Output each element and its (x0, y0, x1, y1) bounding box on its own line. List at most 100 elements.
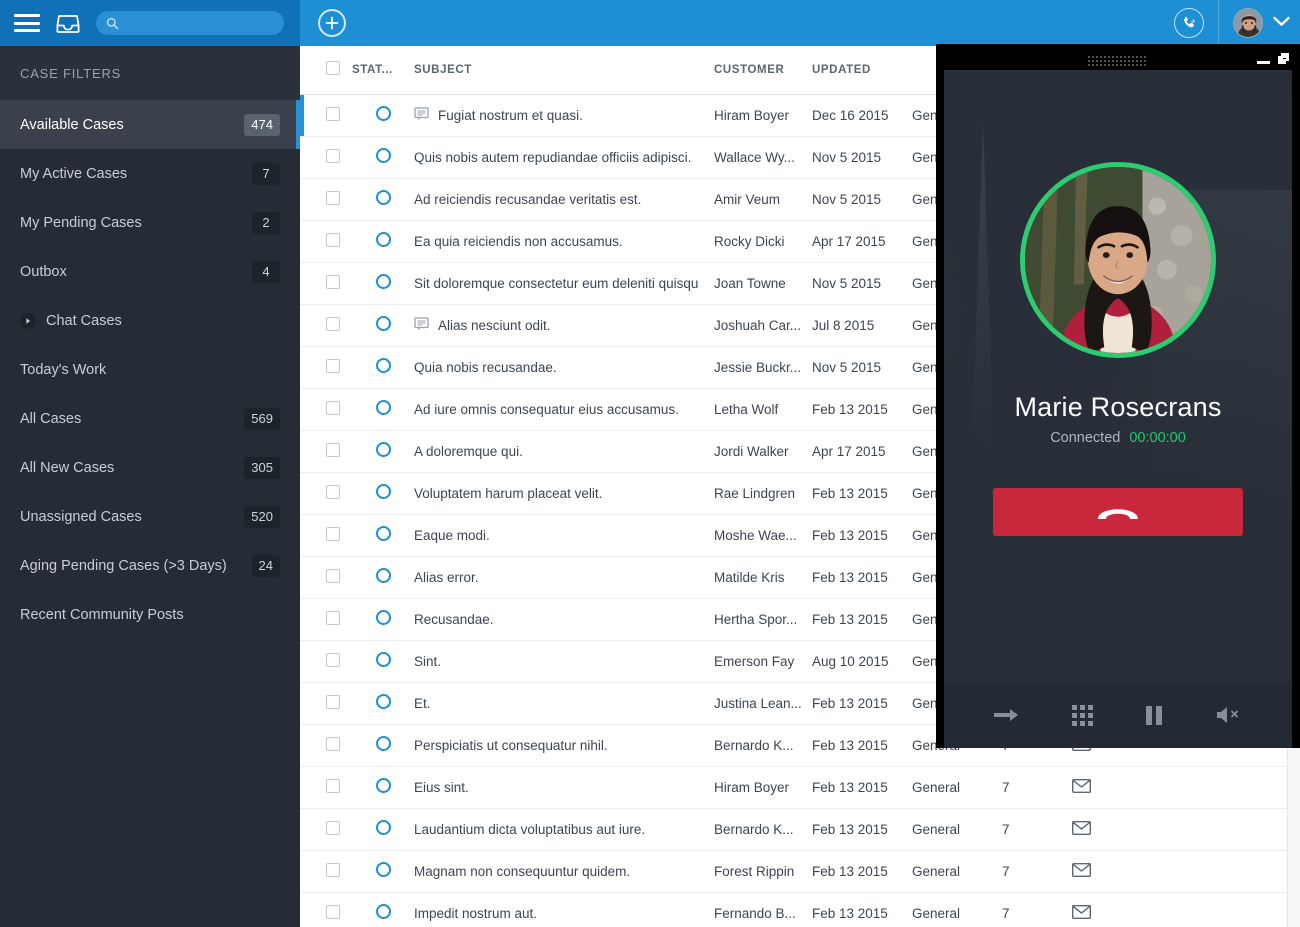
row-checkbox[interactable] (326, 610, 340, 625)
status-badge[interactable] (352, 388, 414, 431)
status-badge[interactable] (352, 682, 414, 725)
status-open-icon[interactable] (375, 820, 391, 835)
row-select-cell[interactable] (300, 262, 352, 305)
header-updated[interactable]: UPDATED (812, 46, 912, 95)
status-badge[interactable] (352, 346, 414, 389)
status-badge[interactable] (352, 766, 414, 809)
status-open-icon[interactable] (375, 106, 391, 121)
select-all-checkbox[interactable] (326, 61, 340, 76)
sidebar-item-all-new-cases[interactable]: All New Cases 305 (0, 443, 300, 492)
subject-cell[interactable]: Recusandae. (414, 598, 714, 641)
row-select-cell[interactable] (300, 136, 352, 179)
expand-icon[interactable] (1276, 52, 1290, 66)
transfer-arrow-icon[interactable] (993, 705, 1019, 725)
status-open-icon[interactable] (375, 694, 391, 709)
status-badge[interactable] (352, 430, 414, 473)
dialpad-icon[interactable] (1071, 704, 1093, 726)
status-open-icon[interactable] (375, 652, 391, 667)
table-row[interactable]: Eius sint. Hiram Boyer Feb 13 2015 General 7 (300, 766, 1300, 809)
hamburger-icon[interactable] (14, 14, 40, 32)
row-checkbox[interactable] (326, 778, 340, 793)
subject-cell[interactable]: Eius sint. (414, 766, 714, 809)
row-checkbox[interactable] (326, 820, 340, 835)
add-case-button[interactable] (318, 9, 346, 37)
status-open-icon[interactable] (375, 484, 391, 499)
header-subject[interactable]: SUBJECT (414, 46, 714, 95)
sidebar-item-aging-pending-cases-3-days[interactable]: Aging Pending Cases (>3 Days) 24 (0, 541, 300, 590)
minimize-icon[interactable] (1257, 61, 1270, 64)
header-select-all[interactable] (300, 46, 352, 95)
sidebar-item-my-pending-cases[interactable]: My Pending Cases 2 (0, 198, 300, 247)
status-badge[interactable] (352, 850, 414, 893)
status-open-icon[interactable] (375, 148, 391, 163)
avatar[interactable] (1233, 8, 1263, 38)
row-checkbox[interactable] (326, 316, 340, 331)
subject-cell[interactable]: Laudantium dicta voluptatibus aut iure. (414, 808, 714, 851)
subject-cell[interactable]: Quia nobis recusandae. (414, 346, 714, 389)
status-open-icon[interactable] (375, 190, 391, 205)
drag-dots-icon[interactable] (1088, 56, 1148, 66)
status-badge[interactable] (352, 640, 414, 683)
status-badge[interactable] (352, 304, 414, 347)
row-checkbox[interactable] (326, 358, 340, 373)
row-select-cell[interactable] (300, 430, 352, 473)
status-open-icon[interactable] (375, 274, 391, 289)
status-badge[interactable] (352, 178, 414, 221)
row-select-cell[interactable] (300, 220, 352, 263)
hangup-button[interactable] (993, 488, 1243, 536)
subject-cell[interactable]: Fugiat nostrum et quasi. (414, 94, 714, 137)
status-open-icon[interactable] (375, 778, 391, 793)
row-checkbox[interactable] (326, 232, 340, 247)
status-badge[interactable] (352, 136, 414, 179)
status-open-icon[interactable] (375, 862, 391, 877)
sidebar-item-chat-cases[interactable]: Chat Cases (0, 296, 300, 345)
status-badge[interactable] (352, 220, 414, 263)
subject-cell[interactable]: Ad iure omnis consequatur eius accusamus… (414, 388, 714, 431)
status-badge[interactable] (352, 472, 414, 515)
subject-cell[interactable]: Alias error. (414, 556, 714, 599)
status-open-icon[interactable] (375, 904, 391, 919)
row-checkbox[interactable] (326, 274, 340, 289)
status-open-icon[interactable] (375, 442, 391, 457)
row-checkbox[interactable] (326, 190, 340, 205)
row-select-cell[interactable] (300, 850, 352, 893)
sidebar-item-all-cases[interactable]: All Cases 569 (0, 394, 300, 443)
subject-cell[interactable]: A doloremque qui. (414, 430, 714, 473)
row-checkbox[interactable] (326, 148, 340, 163)
row-checkbox[interactable] (326, 400, 340, 415)
inbox-icon[interactable] (56, 12, 80, 34)
subject-cell[interactable]: Ad reiciendis recusandae veritatis est. (414, 178, 714, 221)
search-input[interactable] (125, 16, 275, 30)
subject-cell[interactable]: Sint. (414, 640, 714, 683)
row-checkbox[interactable] (326, 568, 340, 583)
sidebar-item-my-active-cases[interactable]: My Active Cases 7 (0, 149, 300, 198)
status-open-icon[interactable] (375, 568, 391, 583)
phone-ring-icon[interactable] (1174, 8, 1204, 38)
sidebar-item-unassigned-cases[interactable]: Unassigned Cases 520 (0, 492, 300, 541)
popup-titlebar[interactable] (944, 52, 1292, 70)
subject-cell[interactable]: Impedit nostrum aut. (414, 892, 714, 927)
status-badge[interactable] (352, 556, 414, 599)
status-badge[interactable] (352, 94, 414, 137)
row-select-cell[interactable] (300, 556, 352, 599)
status-open-icon[interactable] (375, 400, 391, 415)
subject-cell[interactable]: Et. (414, 682, 714, 725)
row-select-cell[interactable] (300, 514, 352, 557)
sidebar-item-today-s-work[interactable]: Today's Work (0, 345, 300, 394)
status-badge[interactable] (352, 892, 414, 927)
status-open-icon[interactable] (375, 358, 391, 373)
row-select-cell[interactable] (300, 892, 352, 927)
status-open-icon[interactable] (375, 232, 391, 247)
status-badge[interactable] (352, 598, 414, 641)
call-popup-window[interactable]: Marie Rosecrans Connected 00:00:00 (936, 44, 1300, 748)
subject-cell[interactable]: Sit doloremque consectetur eum deleniti … (414, 262, 714, 305)
row-select-cell[interactable] (300, 178, 352, 221)
row-select-cell[interactable] (300, 640, 352, 683)
row-checkbox[interactable] (326, 652, 340, 667)
row-select-cell[interactable] (300, 682, 352, 725)
row-checkbox[interactable] (326, 736, 340, 751)
row-select-cell[interactable] (300, 346, 352, 389)
table-row[interactable]: Impedit nostrum aut. Fernando B... Feb 13 … (300, 892, 1300, 927)
sidebar-item-recent-community-posts[interactable]: Recent Community Posts (0, 590, 300, 639)
status-open-icon[interactable] (375, 736, 391, 751)
